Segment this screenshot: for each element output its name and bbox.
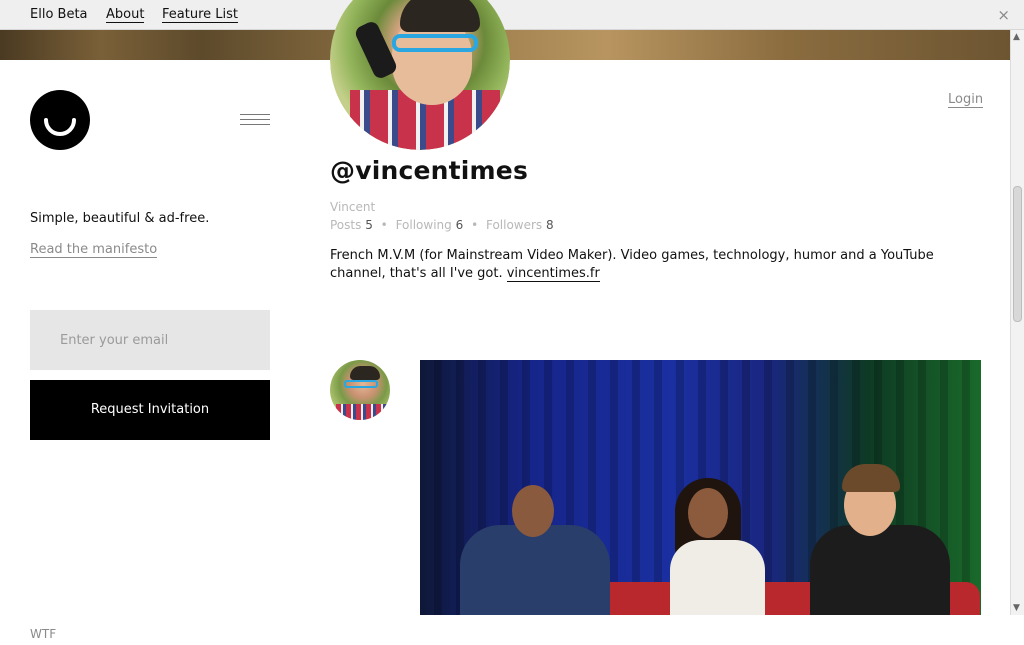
tagline: Simple, beautiful & ad-free. bbox=[30, 211, 210, 226]
scroll-up-arrow-icon[interactable]: ▲ bbox=[1013, 32, 1020, 42]
profile-stats: Posts 5 • Following 6 • Followers 8 bbox=[330, 218, 554, 232]
brand-label: Ello Beta bbox=[30, 7, 88, 22]
bio-text: French M.V.M (for Mainstream Video Maker… bbox=[330, 248, 934, 281]
nav-about-link[interactable]: About bbox=[106, 7, 145, 23]
following-count: 6 bbox=[455, 218, 464, 232]
followers-label[interactable]: Followers bbox=[486, 218, 542, 232]
email-input[interactable] bbox=[30, 310, 270, 370]
profile-bio: French M.V.M (for Mainstream Video Maker… bbox=[330, 247, 970, 283]
top-bar: Ello Beta About Feature List × bbox=[0, 0, 1024, 30]
login-link[interactable]: Login bbox=[948, 92, 984, 108]
following-label[interactable]: Following bbox=[396, 218, 452, 232]
followers-count: 8 bbox=[546, 218, 554, 232]
post-image[interactable] bbox=[420, 360, 981, 615]
post-author-avatar[interactable] bbox=[330, 360, 390, 420]
nav-feature-list-link[interactable]: Feature List bbox=[162, 7, 238, 23]
profile-avatar bbox=[330, 0, 510, 150]
posts-count: 5 bbox=[365, 218, 373, 232]
wtf-link[interactable]: WTF bbox=[30, 627, 56, 641]
scrollbar-thumb[interactable] bbox=[1013, 186, 1022, 322]
ello-smile-icon[interactable] bbox=[30, 90, 90, 150]
close-icon[interactable]: × bbox=[997, 6, 1010, 24]
posts-label[interactable]: Posts bbox=[330, 218, 361, 232]
profile-name: Vincent bbox=[330, 200, 376, 214]
manifesto-link[interactable]: Read the manifesto bbox=[30, 242, 158, 258]
scroll-down-arrow-icon[interactable]: ▼ bbox=[1013, 603, 1020, 613]
vertical-scrollbar[interactable]: ▲ ▼ bbox=[1010, 30, 1024, 615]
request-invitation-button[interactable]: Request Invitation bbox=[30, 380, 270, 440]
hamburger-menu-icon[interactable] bbox=[240, 114, 270, 128]
website-link[interactable]: vincentimes.fr bbox=[506, 266, 600, 282]
profile-username: @vincentimes bbox=[330, 156, 529, 185]
